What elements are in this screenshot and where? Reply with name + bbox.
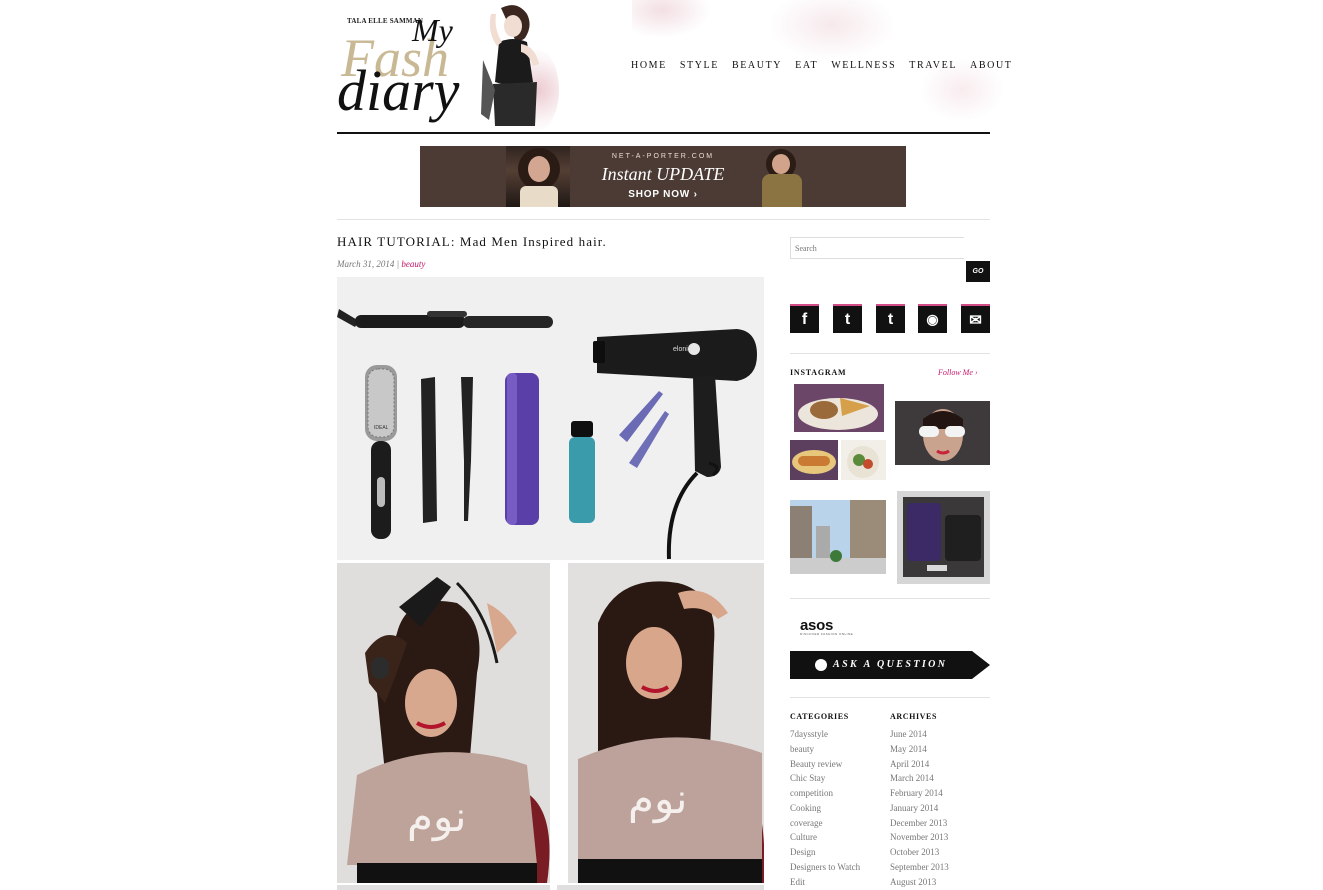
dryer-brand: elonic: [673, 346, 692, 353]
archive-link[interactable]: January 2014: [890, 801, 949, 816]
category-link[interactable]: Edit: [790, 875, 860, 890]
nav-beauty[interactable]: BEAUTY: [732, 60, 782, 71]
archive-link[interactable]: February 2014: [890, 786, 949, 801]
categories-title: CATEGORIES: [790, 712, 849, 721]
nav-style[interactable]: STYLE: [680, 60, 719, 71]
post-photo-tease[interactable]: نوم: [568, 563, 764, 883]
nav-eat[interactable]: EAT: [795, 60, 818, 71]
ad-banner[interactable]: NET-A-PORTER.COM Instant UPDATE SHOP NOW…: [420, 146, 906, 207]
tools-illustration: elonic IDEAL: [337, 277, 764, 560]
nav-home[interactable]: HOME: [631, 60, 667, 71]
instagram-photo-sandwich[interactable]: [790, 440, 838, 480]
archives-list: June 2014 May 2014 April 2014 March 2014…: [890, 727, 949, 889]
archive-link[interactable]: October 2013: [890, 845, 949, 860]
banner-cta[interactable]: SHOP NOW ›: [420, 189, 906, 200]
sidebar-divider: [790, 598, 990, 599]
instagram-photo-suitcase[interactable]: [897, 491, 990, 584]
category-link[interactable]: Chic Stay: [790, 771, 860, 786]
nav-about[interactable]: ABOUT: [970, 60, 1012, 71]
archive-link[interactable]: April 2014: [890, 757, 949, 772]
banner-headline: Instant UPDATE: [601, 164, 725, 184]
social-icons: f t t ◉ ✉: [790, 304, 990, 335]
logo-illustration: [481, 5, 539, 126]
sidebar-divider: [790, 697, 990, 698]
banner-site: NET-A-PORTER.COM: [611, 153, 715, 160]
asos-tagline: DISCOVER FASHION ONLINE: [800, 632, 854, 636]
post-photo-strip-right: [557, 885, 764, 890]
archive-link[interactable]: November 2013: [890, 830, 949, 845]
tumblr-icon[interactable]: t: [876, 304, 905, 333]
sidebar-divider: [790, 353, 990, 354]
category-link[interactable]: beauty: [790, 742, 860, 757]
archive-link[interactable]: June 2014: [890, 727, 949, 742]
archive-link[interactable]: March 2014: [890, 771, 949, 786]
category-link[interactable]: Designers to Watch: [790, 860, 860, 875]
ask-question-label: ASK A QUESTION: [833, 659, 948, 670]
category-link[interactable]: Culture: [790, 830, 860, 845]
category-link[interactable]: Beauty review: [790, 757, 860, 772]
tease-illustration: نوم: [568, 563, 764, 883]
logo-word-diary: diary: [337, 58, 460, 123]
instagram-photo-sunglasses[interactable]: [895, 401, 990, 465]
instagram-photo-salad[interactable]: [841, 440, 886, 480]
asos-ad[interactable]: asos DISCOVER FASHION ONLINE: [800, 617, 853, 636]
post-category-link[interactable]: beauty: [401, 259, 425, 269]
blowdry-illustration: نوم: [337, 563, 550, 883]
facebook-icon[interactable]: f: [790, 304, 819, 333]
nav-wellness[interactable]: WELLNESS: [831, 60, 896, 71]
instagram-photo-street[interactable]: [790, 500, 886, 574]
email-icon[interactable]: ✉: [961, 304, 990, 333]
archive-link[interactable]: May 2014: [890, 742, 949, 757]
post-photo-strip-left: [337, 885, 550, 890]
main-nav: HOME STYLE BEAUTY EAT WELLNESS TRAVEL AB…: [631, 60, 1012, 71]
archives-title: ARCHIVES: [890, 712, 938, 721]
chat-bubble-icon: [815, 659, 827, 671]
category-link[interactable]: 7daysstyle: [790, 727, 860, 742]
category-link[interactable]: coverage: [790, 816, 860, 831]
post-photo-blowdry[interactable]: نوم: [337, 563, 550, 883]
banner-divider: [337, 219, 990, 220]
archive-link[interactable]: August 2013: [890, 875, 949, 890]
categories-list: 7daysstyle beauty Beauty review Chic Sta…: [790, 727, 860, 889]
archive-link[interactable]: December 2013: [890, 816, 949, 831]
sweater-text-right: نوم: [628, 774, 687, 823]
logo-word-my: My: [412, 12, 453, 48]
instagram-title: INSTAGRAM: [790, 368, 847, 377]
ask-question-button[interactable]: ASK A QUESTION: [790, 651, 990, 679]
archive-link[interactable]: September 2013: [890, 860, 949, 875]
sweater-text-left: نوم: [407, 792, 466, 841]
instagram-photo-burger[interactable]: [794, 384, 884, 432]
twitter-icon[interactable]: t: [833, 304, 862, 333]
site-logo[interactable]: TALA ELLE SAMMAN Fash My diary: [337, 2, 559, 130]
post-photo-tools[interactable]: elonic IDEAL: [337, 277, 764, 560]
post-meta: March 31, 2014 | beauty: [337, 259, 425, 269]
post-title[interactable]: HAIR TUTORIAL: Mad Men Inspired hair.: [337, 234, 607, 250]
category-link[interactable]: competition: [790, 786, 860, 801]
nav-travel[interactable]: TRAVEL: [909, 60, 957, 71]
rss-icon[interactable]: ◉: [918, 304, 947, 333]
page: TALA ELLE SAMMAN Fash My diary HOME STYL…: [337, 0, 1012, 890]
brush-brand: IDEAL: [374, 425, 389, 431]
category-link[interactable]: Design: [790, 845, 860, 860]
post-date: March 31, 2014: [337, 259, 395, 269]
search-input[interactable]: [790, 237, 964, 259]
instagram-follow-link[interactable]: Follow Me ›: [938, 368, 978, 377]
category-link[interactable]: Cooking: [790, 801, 860, 816]
header-divider: [337, 132, 990, 134]
search-go-button[interactable]: GO: [966, 261, 990, 282]
